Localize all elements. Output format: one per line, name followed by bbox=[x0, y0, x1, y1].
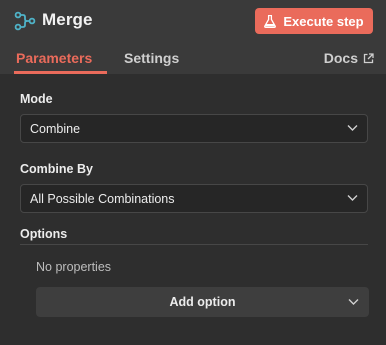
tab-bar: Parameters Settings Docs bbox=[0, 42, 386, 74]
tab-parameters[interactable]: Parameters bbox=[16, 50, 92, 66]
flask-icon bbox=[264, 14, 277, 28]
chevron-down-icon bbox=[347, 195, 358, 201]
active-tab-indicator bbox=[14, 71, 107, 74]
node-parameters-panel: Merge Execute step Parameters Settings D… bbox=[0, 0, 386, 345]
combine-by-value: All Possible Combinations bbox=[30, 191, 175, 206]
execute-step-button[interactable]: Execute step bbox=[255, 8, 373, 34]
tab-settings[interactable]: Settings bbox=[124, 50, 179, 66]
combine-by-label: Combine By bbox=[20, 162, 93, 176]
docs-link[interactable]: Docs bbox=[324, 50, 374, 66]
external-link-icon bbox=[363, 52, 374, 63]
mode-select[interactable]: Combine bbox=[20, 114, 368, 143]
options-label: Options bbox=[20, 227, 68, 241]
execute-step-label: Execute step bbox=[283, 13, 364, 29]
chevron-down-icon bbox=[348, 299, 359, 305]
options-divider bbox=[20, 244, 368, 245]
panel-header: Merge Execute step bbox=[0, 0, 386, 42]
add-option-label: Add option bbox=[169, 295, 236, 309]
chevron-down-icon bbox=[347, 125, 358, 131]
no-properties-text: No properties bbox=[36, 260, 112, 274]
merge-icon bbox=[14, 11, 36, 31]
mode-label: Mode bbox=[20, 92, 53, 106]
combine-by-select[interactable]: All Possible Combinations bbox=[20, 184, 368, 213]
node-title: Merge bbox=[42, 10, 93, 29]
mode-value: Combine bbox=[30, 121, 81, 136]
add-option-dropdown[interactable]: Add option bbox=[36, 287, 369, 317]
docs-label: Docs bbox=[323, 50, 358, 66]
